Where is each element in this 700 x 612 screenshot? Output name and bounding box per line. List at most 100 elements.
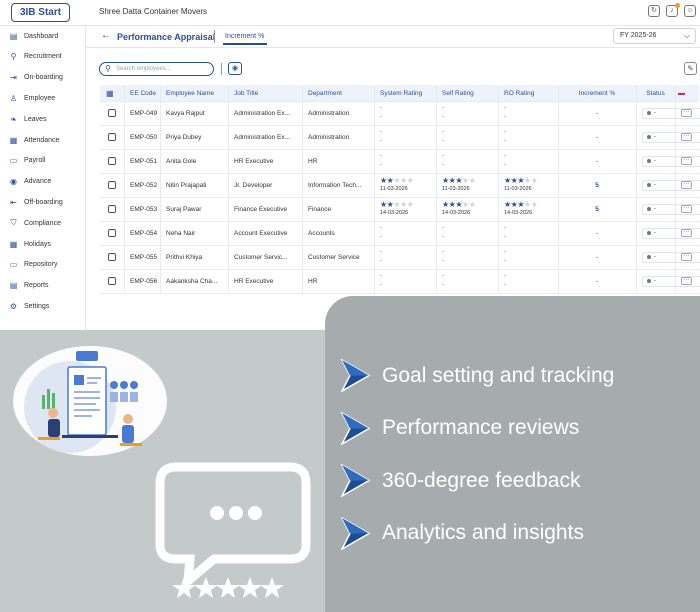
view-toggle-button[interactable]: ◉ — [228, 62, 242, 75]
cell-sys-rating: -- — [380, 245, 436, 269]
status-text: - — [654, 182, 656, 188]
cell-ro-rating: -- — [504, 101, 558, 125]
user-icon[interactable]: ☺ — [684, 5, 696, 17]
cell-ro-rating: -- — [504, 269, 558, 293]
sidebar-item-payroll[interactable]: ▭ Payroll — [0, 151, 85, 171]
cell-self-rating: ★★★★★ 14-03-2026 — [442, 197, 498, 221]
column-header[interactable]: System Rating — [380, 85, 436, 101]
row-checkbox[interactable] — [108, 149, 116, 173]
row-checkbox[interactable] — [108, 125, 116, 149]
sidebar-item-holidays[interactable]: ▦ Holidays — [0, 234, 85, 254]
cell-code: EMP-055 — [130, 253, 158, 261]
sidebar-item-reports[interactable]: ▤ Reports — [0, 276, 85, 296]
tab-increment[interactable]: Increment % — [225, 33, 264, 40]
cell-ro-rating: ★★★★★ 11-03-2026 — [504, 173, 558, 197]
column-header[interactable]: Increment % — [558, 85, 636, 101]
column-header[interactable]: Department — [308, 85, 374, 101]
sidebar-item-advance[interactable]: ◉ Advance — [0, 172, 85, 192]
more-options-icon[interactable]: ··· — [681, 109, 692, 117]
search-input[interactable]: ⚲ Search employees... — [99, 62, 214, 76]
column-header[interactable]: Status — [636, 85, 675, 101]
sidebar-item-leaves[interactable]: ❧ Leaves — [0, 109, 85, 129]
top-bar: 3IB Start Shree Datta Container Movers ↻… — [0, 0, 700, 26]
chevron-right-icon — [340, 464, 371, 497]
table-row[interactable]: EMP-056 Aakanksha Cha... HR Executive HR - - -… — [100, 269, 700, 294]
cell-sys-rating: ★★★★★ 11-03-2026 — [380, 173, 436, 197]
search-placeholder: Search employees... — [116, 66, 171, 72]
sidebar-item-label: Compliance — [24, 219, 61, 227]
table-row[interactable]: EMP-053 Suraj Pawar Finance Executive Finan… — [100, 197, 700, 222]
checkbox[interactable] — [108, 133, 116, 141]
status-text: - — [654, 206, 656, 212]
calendar-icon: ▦ — [9, 135, 18, 145]
sidebar-item-attendance[interactable]: ▦ Attendance — [0, 130, 85, 150]
empty-value: - — [442, 105, 444, 111]
column-menu-icon[interactable]: ▬ — [678, 85, 696, 101]
cell-name: Prithvi Khiya — [166, 253, 203, 261]
sidebar-item-settings[interactable]: ⚙ Settings — [0, 296, 85, 316]
row-checkbox[interactable] — [108, 221, 116, 245]
app-logo[interactable]: 3IB Start — [11, 3, 70, 22]
cell-dept: Customer Service — [308, 253, 360, 261]
checkbox[interactable] — [108, 277, 116, 285]
checkbox[interactable] — [108, 205, 116, 213]
column-header[interactable]: Employee Name — [166, 85, 228, 101]
fy-select[interactable]: FY 2025-26 ⌵ — [613, 28, 696, 44]
more-options-icon[interactable]: ··· — [681, 181, 692, 189]
more-options-icon[interactable]: ··· — [681, 157, 692, 165]
more-options-icon[interactable]: ··· — [681, 205, 692, 213]
cell-dept: HR — [308, 157, 318, 165]
table-row[interactable]: EMP-054 Neha Nair Account Executive Account… — [100, 221, 700, 246]
sidebar-item-repository[interactable]: ▭ Repository — [0, 255, 85, 275]
cell-code: EMP-053 — [130, 205, 158, 213]
back-arrow-icon[interactable]: ← — [101, 30, 111, 41]
bell-icon[interactable]: ♪ — [666, 3, 680, 17]
column-header[interactable]: EE Code — [130, 85, 160, 101]
table-row[interactable]: EMP-049 Kavya Rajput Administration Ex... A… — [100, 101, 700, 126]
edit-icon[interactable]: ✎ — [684, 62, 697, 75]
cell-dept: HR — [308, 277, 318, 285]
sidebar-item-employee[interactable]: ♙ Employee — [0, 88, 85, 108]
checkbox[interactable] — [108, 157, 116, 165]
more-options-icon[interactable]: ··· — [681, 253, 692, 261]
search-icon: ⚲ — [10, 52, 17, 62]
calendar-icon: ▦ — [9, 239, 18, 249]
more-options-icon[interactable]: ··· — [681, 277, 692, 285]
row-checkbox[interactable] — [108, 101, 116, 125]
row-checkbox[interactable] — [108, 173, 116, 197]
cell-dept: Accounts — [308, 229, 335, 237]
row-checkbox[interactable] — [108, 269, 116, 293]
feature-label: Goal setting and tracking — [382, 363, 615, 387]
cell-job: Jr. Developer — [234, 181, 273, 189]
sidebar-item-label: Settings — [24, 302, 50, 310]
more-options-icon[interactable]: ··· — [681, 229, 692, 237]
table-row[interactable]: EMP-055 Prithvi Khiya Customer Servic... Cu… — [100, 245, 700, 270]
star-rating: ★★★★★ — [380, 176, 414, 185]
cell-self-rating: -- — [442, 269, 498, 293]
sidebar-item-label: On-boarding — [24, 74, 63, 82]
sidebar-item-off-boarding[interactable]: ⇤ Off-boarding — [0, 192, 85, 212]
login-icon: ⇥ — [10, 73, 17, 83]
cell-ro-rating: -- — [504, 221, 558, 245]
cell-increment: - — [558, 245, 636, 269]
row-checkbox[interactable] — [108, 245, 116, 269]
column-header[interactable]: Job Title — [234, 85, 302, 101]
refresh-icon[interactable]: ↻ — [648, 5, 660, 17]
status-dot-icon — [647, 255, 651, 259]
sidebar-item-compliance[interactable]: ⛉ Compliance — [0, 213, 85, 233]
column-header[interactable]: RO Rating — [504, 85, 558, 101]
row-checkbox[interactable] — [108, 197, 116, 221]
sidebar-item-recruitment[interactable]: ⚲ Recruitment — [0, 47, 85, 67]
table-row[interactable]: EMP-052 Nitin Prajapati Jr. Developer Infor… — [100, 173, 700, 198]
column-header[interactable]: Self Rating — [442, 85, 498, 101]
checkbox[interactable] — [108, 229, 116, 237]
sidebar-item-on-boarding[interactable]: ⇥ On-boarding — [0, 68, 85, 88]
table-row[interactable]: EMP-050 Priya Dubey Administration Ex... Ad… — [100, 125, 700, 150]
checkbox[interactable] — [108, 109, 116, 117]
more-options-icon[interactable]: ··· — [681, 133, 692, 141]
checkbox[interactable] — [108, 253, 116, 261]
sidebar-item-dashboard[interactable]: ▤ Dashboard — [0, 26, 85, 46]
person-icon: ♙ — [9, 93, 18, 103]
table-row[interactable]: EMP-051 Anita Gole HR Executive HR - - - - - - - - ·… — [100, 149, 700, 174]
checkbox[interactable] — [108, 181, 116, 189]
